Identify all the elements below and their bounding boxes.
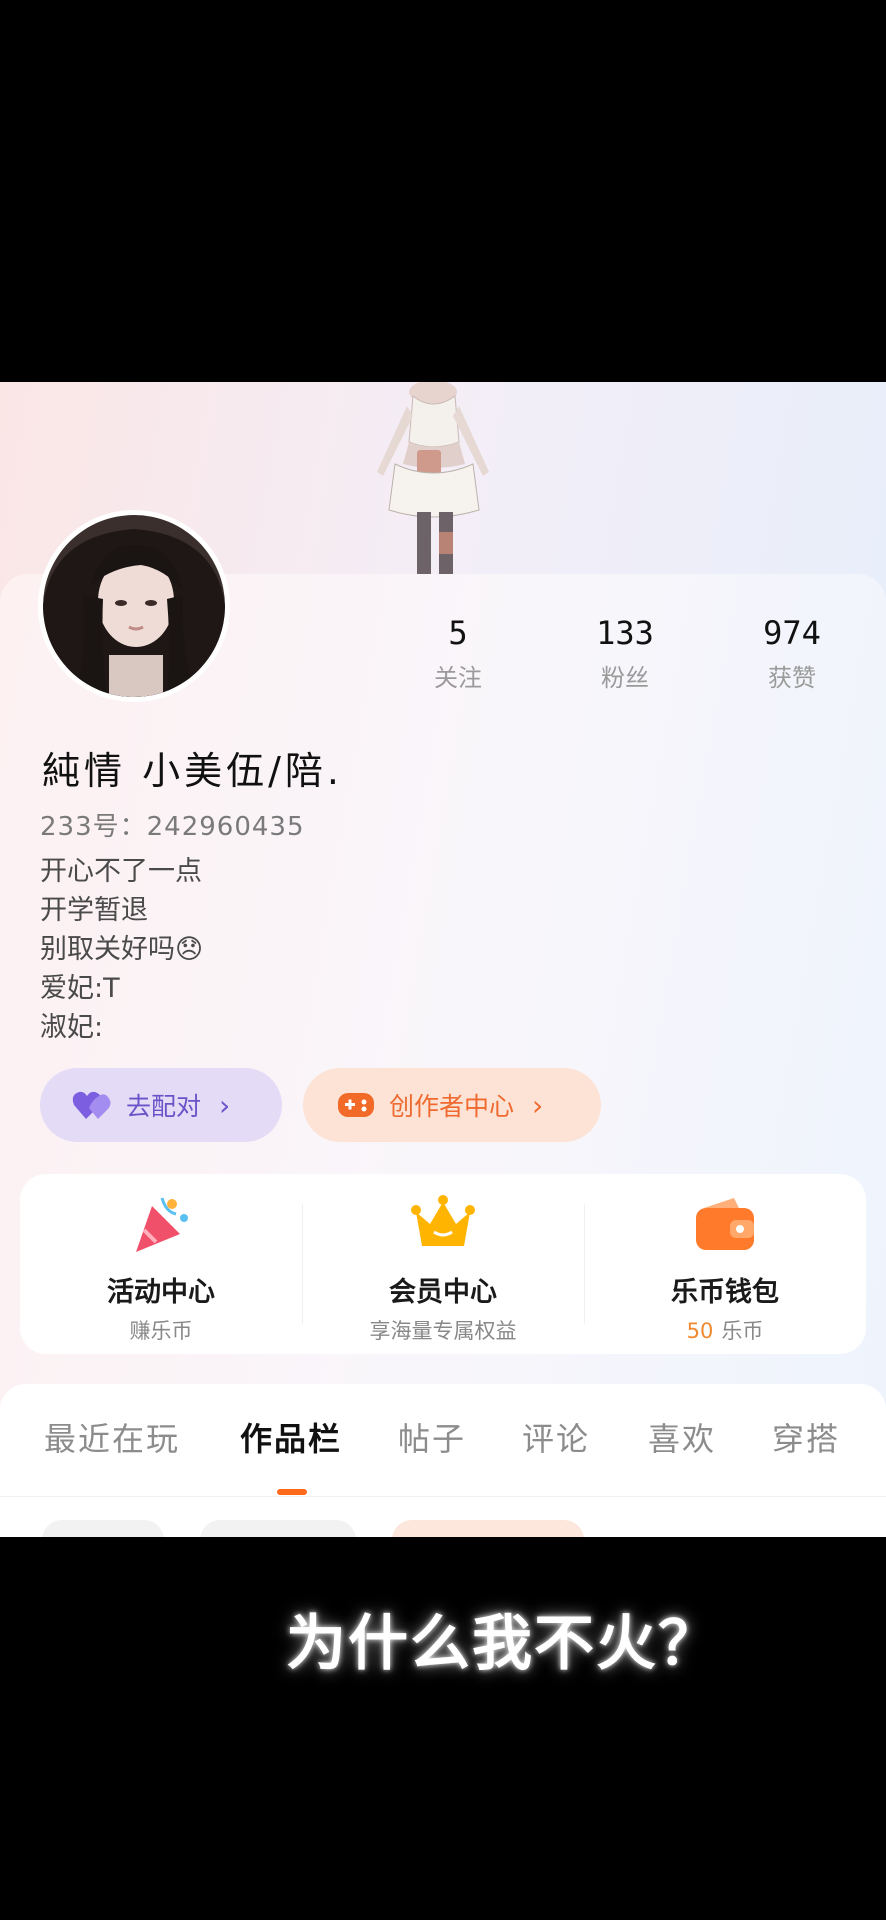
stat-following[interactable]: 5 关注 [398,614,518,693]
tab-outfits[interactable]: 穿搭 [772,1414,840,1460]
avatar[interactable] [38,510,230,702]
creator-label: 创作者中心 [389,1092,515,1121]
coin-wallet-subtitle: 50 乐币 [687,1315,764,1345]
bio-line: 淑妃: [40,1012,104,1043]
stat-followers[interactable]: 133 粉丝 [565,614,685,693]
activity-center[interactable]: 活动中心 赚乐币 [20,1174,302,1354]
following-label: 关注 [434,664,482,692]
services-card: 活动中心 赚乐币 会员中心 享海量专属权益 乐币钱包 50 乐币 [20,1174,866,1354]
activity-center-subtitle: 赚乐币 [129,1319,193,1343]
tabs-panel: 最近在玩 作品栏 帖子 评论 喜欢 穿搭 [0,1384,886,1537]
tabs-divider [0,1496,886,1497]
likes-count: 974 [763,614,821,652]
bio-line: 开心不了一点 [40,856,202,887]
active-tab-indicator [277,1489,307,1495]
following-count: 5 [448,614,468,652]
bio-line: 开学暂退 [40,895,148,926]
coin-wallet-title: 乐币钱包 [671,1277,779,1308]
filter-chip[interactable] [200,1520,356,1537]
member-center-title: 会员中心 [389,1277,497,1308]
activity-center-title: 活动中心 [107,1277,215,1308]
tab-likes[interactable]: 喜欢 [648,1414,716,1460]
coin-wallet[interactable]: 乐币钱包 50 乐币 [584,1174,866,1354]
filter-chip[interactable] [392,1520,584,1537]
profile-uid[interactable]: 233号：242960435 [40,806,305,843]
member-center-subtitle: 享海量专属权益 [369,1319,517,1343]
wallet-icon [696,1198,754,1250]
avatar-3d-figure [377,382,489,574]
member-center[interactable]: 会员中心 享海量专属权益 [302,1174,584,1354]
tab-recently-played[interactable]: 最近在玩 [44,1414,180,1460]
tab-comments[interactable]: 评论 [522,1414,590,1460]
filter-chip[interactable] [42,1520,164,1537]
coin-balance: 50 [686,1319,714,1343]
content-tabs: 最近在玩 作品栏 帖子 评论 喜欢 穿搭 [0,1414,886,1474]
profile-screen: 5 关注 133 粉丝 974 获赞 純情 小美伍/陪. 233号：242960… [0,382,886,1537]
stat-likes[interactable]: 974 获赞 [732,614,852,693]
party-popper-icon [136,1197,188,1252]
match-label: 去配对 [126,1092,202,1121]
gamepad-icon [338,1093,374,1117]
chevron-right-icon: › [219,1088,231,1122]
match-button[interactable]: 去配对 › [40,1068,282,1142]
crown-icon [411,1195,475,1246]
profile-bio: 开心不了一点 开学暂退 别取关好吗😞 爱妃:T 淑妃: [40,852,203,1047]
followers-label: 粉丝 [601,664,649,692]
creator-center-button[interactable]: 创作者中心 › [303,1068,601,1142]
video-caption: 为什么我不火？ [286,1609,720,1679]
bio-line: 别取关好吗😞 [40,934,204,965]
tab-posts[interactable]: 帖子 [398,1414,466,1460]
likes-label: 获赞 [768,664,816,692]
profile-name: 純情 小美伍/陪. [42,749,343,793]
avatar-photo [43,515,225,697]
bio-line: 爱妃:T [40,973,120,1004]
chevron-right-icon: › [532,1088,544,1122]
tab-works[interactable]: 作品栏 [240,1414,342,1460]
double-heart-icon [72,1091,111,1119]
coin-unit: 乐币 [721,1319,764,1343]
followers-count: 133 [596,614,654,652]
